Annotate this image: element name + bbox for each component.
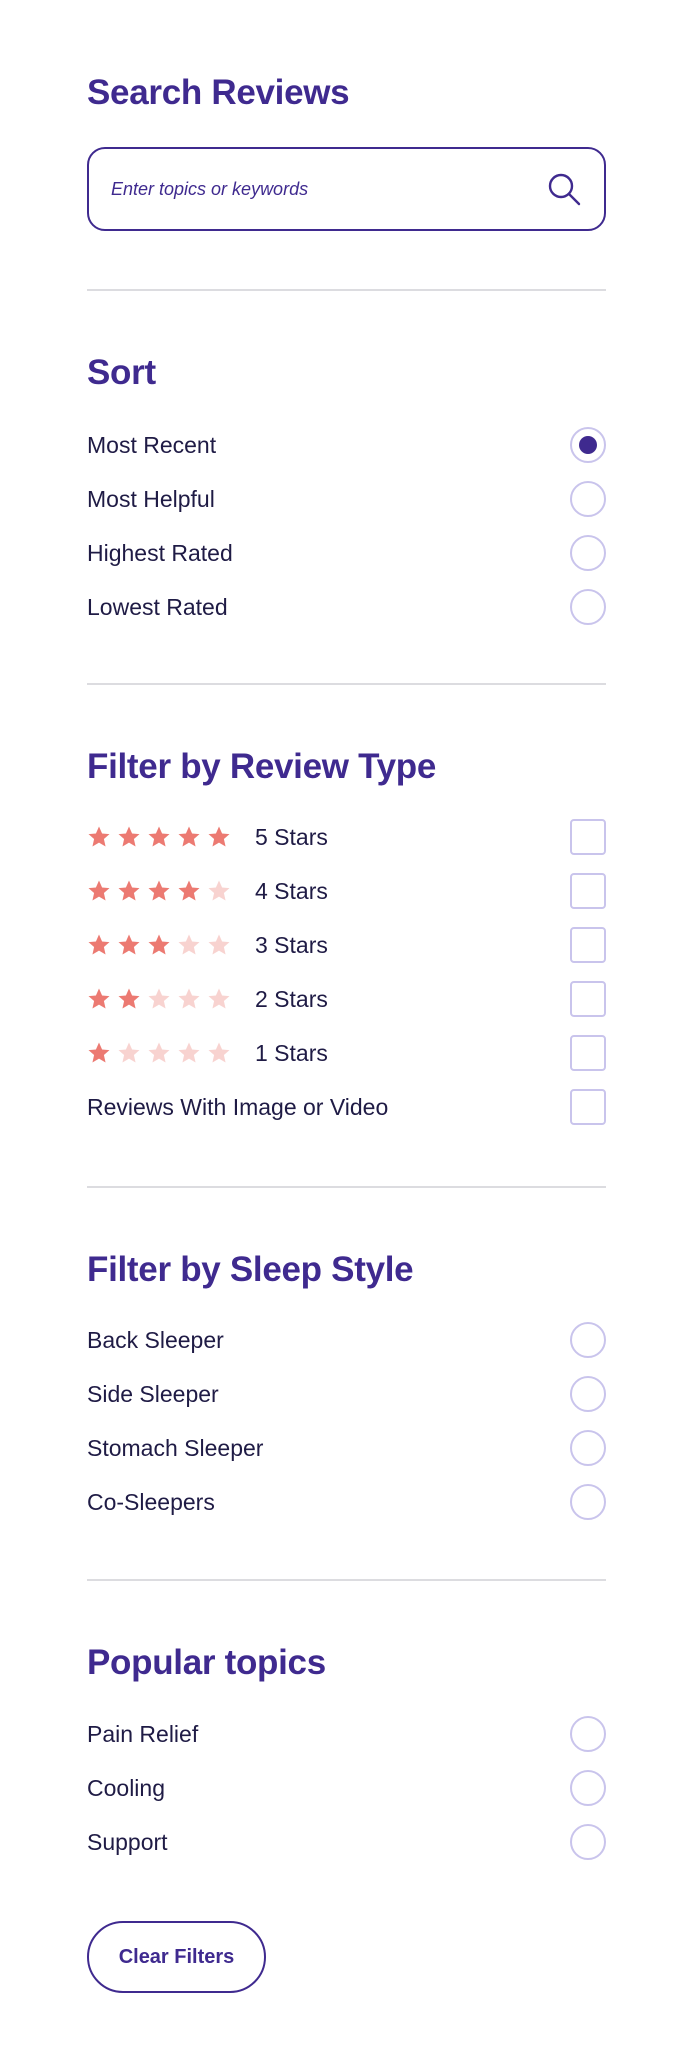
star-filled-icon xyxy=(88,988,110,1009)
search-box xyxy=(87,147,606,231)
star-empty-icon xyxy=(178,934,200,955)
sleep-style-radio[interactable] xyxy=(570,1484,606,1520)
star-filled-icon xyxy=(148,826,170,847)
rating-filter-label: 5 Stars xyxy=(255,823,328,850)
sleep-style-label: Side Sleeper xyxy=(87,1380,219,1407)
rating-checkbox[interactable] xyxy=(570,819,606,855)
rating-checkbox[interactable] xyxy=(570,873,606,909)
rating-filter-5[interactable]: 5 Stars xyxy=(87,818,606,856)
media-filter[interactable]: Reviews With Image or Video xyxy=(87,1088,606,1126)
sort-option-highest-rated[interactable]: Highest Rated xyxy=(87,534,606,572)
star-filled-icon xyxy=(88,880,110,901)
topic-support[interactable]: Support xyxy=(87,1823,606,1861)
search-reviews-heading: Search Reviews xyxy=(87,73,350,112)
star-empty-icon xyxy=(208,880,230,901)
star-filled-icon xyxy=(118,880,140,901)
rating-filter-label: 3 Stars xyxy=(255,931,328,958)
rating-filter-label: 4 Stars xyxy=(255,877,328,904)
star-filled-icon xyxy=(148,880,170,901)
star-empty-icon xyxy=(178,988,200,1009)
sort-radio[interactable] xyxy=(570,589,606,625)
star-filled-icon xyxy=(178,880,200,901)
star-rating xyxy=(87,933,237,957)
topic-label: Pain Relief xyxy=(87,1720,199,1747)
star-empty-icon xyxy=(178,1042,200,1063)
topic-label: Support xyxy=(87,1828,168,1855)
rating-filter-2[interactable]: 2 Stars xyxy=(87,980,606,1018)
divider xyxy=(87,1186,606,1188)
star-empty-icon xyxy=(208,988,230,1009)
topic-radio[interactable] xyxy=(570,1716,606,1752)
sleep-style-label: Back Sleeper xyxy=(87,1326,224,1353)
rating-filter-label: 1 Stars xyxy=(255,1039,328,1066)
star-rating xyxy=(87,987,237,1011)
star-rating xyxy=(87,879,237,903)
star-rating xyxy=(87,1041,237,1065)
sleep-style-radio[interactable] xyxy=(570,1430,606,1466)
sleep-style-side[interactable]: Side Sleeper xyxy=(87,1375,606,1413)
sleep-style-label: Stomach Sleeper xyxy=(87,1434,264,1461)
star-filled-icon xyxy=(148,934,170,955)
search-icon[interactable] xyxy=(546,171,582,207)
rating-checkbox[interactable] xyxy=(570,927,606,963)
sort-radio[interactable] xyxy=(570,481,606,517)
clear-filters-button[interactable]: Clear Filters xyxy=(87,1921,266,1993)
sleep-style-radio[interactable] xyxy=(570,1376,606,1412)
divider xyxy=(87,683,606,685)
topic-cooling[interactable]: Cooling xyxy=(87,1769,606,1807)
star-filled-icon xyxy=(88,1042,110,1063)
sort-radio[interactable] xyxy=(570,535,606,571)
divider xyxy=(87,1579,606,1581)
star-empty-icon xyxy=(208,934,230,955)
sort-option-most-helpful[interactable]: Most Helpful xyxy=(87,480,606,518)
rating-filter-label: 2 Stars xyxy=(255,985,328,1012)
sort-option-label: Most Recent xyxy=(87,431,217,458)
media-filter-label: Reviews With Image or Video xyxy=(87,1093,389,1120)
rating-checkbox[interactable] xyxy=(570,981,606,1017)
sleep-style-heading: Filter by Sleep Style xyxy=(87,1250,414,1289)
topic-label: Cooling xyxy=(87,1774,165,1801)
sort-option-label: Lowest Rated xyxy=(87,593,228,620)
star-rating xyxy=(87,825,237,849)
popular-topics-heading: Popular topics xyxy=(87,1643,326,1682)
sort-option-label: Highest Rated xyxy=(87,539,233,566)
review-type-heading: Filter by Review Type xyxy=(87,747,436,786)
sleep-style-radio[interactable] xyxy=(570,1322,606,1358)
sort-radio-selected[interactable] xyxy=(570,427,606,463)
rating-checkbox[interactable] xyxy=(570,1035,606,1071)
star-filled-icon xyxy=(118,826,140,847)
sort-heading: Sort xyxy=(87,353,156,392)
star-filled-icon xyxy=(88,934,110,955)
rating-filter-1[interactable]: 1 Stars xyxy=(87,1034,606,1072)
sort-option-most-recent[interactable]: Most Recent xyxy=(87,426,606,464)
star-filled-icon xyxy=(118,934,140,955)
topic-radio[interactable] xyxy=(570,1824,606,1860)
rating-filter-3[interactable]: 3 Stars xyxy=(87,926,606,964)
star-empty-icon xyxy=(208,1042,230,1063)
topic-radio[interactable] xyxy=(570,1770,606,1806)
media-checkbox[interactable] xyxy=(570,1089,606,1125)
star-empty-icon xyxy=(148,1042,170,1063)
rating-filter-4[interactable]: 4 Stars xyxy=(87,872,606,910)
star-empty-icon xyxy=(148,988,170,1009)
sleep-style-label: Co-Sleepers xyxy=(87,1488,215,1515)
topic-pain-relief[interactable]: Pain Relief xyxy=(87,1715,606,1753)
star-filled-icon xyxy=(208,826,230,847)
sleep-style-stomach[interactable]: Stomach Sleeper xyxy=(87,1429,606,1467)
sort-option-lowest-rated[interactable]: Lowest Rated xyxy=(87,588,606,626)
sleep-style-back[interactable]: Back Sleeper xyxy=(87,1321,606,1359)
sort-option-label: Most Helpful xyxy=(87,485,215,512)
star-filled-icon xyxy=(118,988,140,1009)
divider xyxy=(87,289,606,291)
star-filled-icon xyxy=(88,826,110,847)
sleep-style-co-sleepers[interactable]: Co-Sleepers xyxy=(87,1483,606,1521)
search-input[interactable] xyxy=(111,149,531,229)
review-filters-panel: Search Reviews Sort Most Recent Most Hel… xyxy=(0,0,693,2061)
star-filled-icon xyxy=(178,826,200,847)
star-empty-icon xyxy=(118,1042,140,1063)
